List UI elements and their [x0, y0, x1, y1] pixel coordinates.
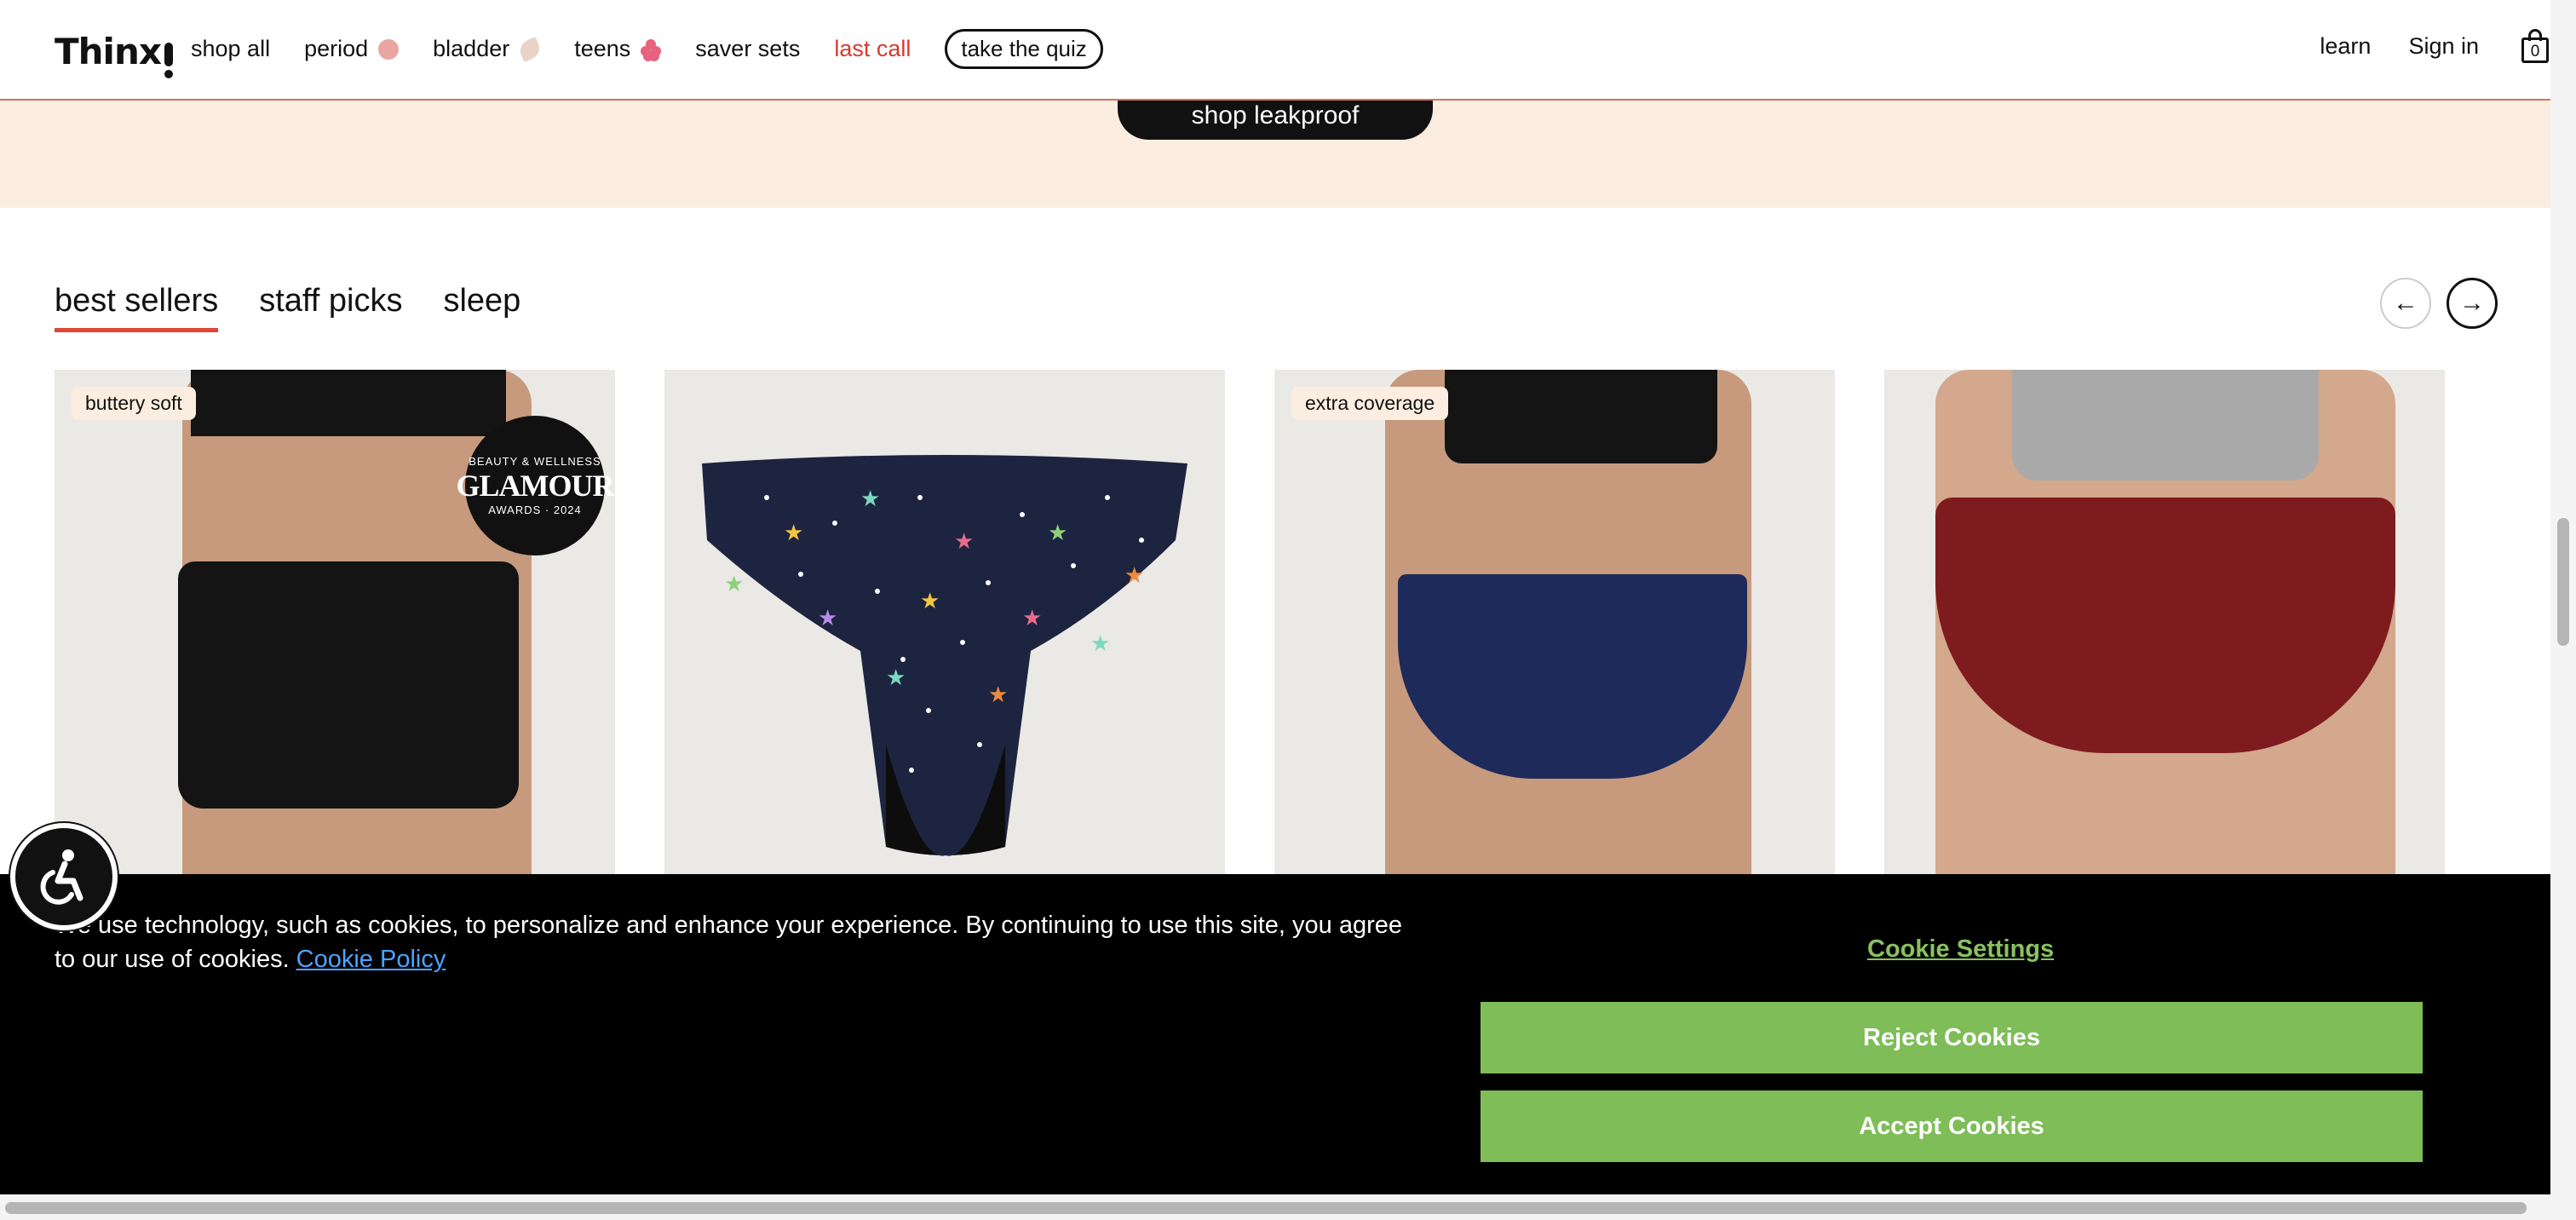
cart-icon[interactable]: 0	[2520, 29, 2550, 63]
nav-period[interactable]: period	[304, 36, 400, 62]
svg-text:★: ★	[954, 529, 974, 555]
shop-leakproof-button[interactable]: shop leakproof	[1118, 101, 1433, 140]
svg-text:★: ★	[1124, 563, 1144, 589]
svg-text:★: ★	[886, 665, 906, 691]
learn-link[interactable]: learn	[2320, 33, 2371, 60]
cookie-text: We use technology, such as cookies, to p…	[55, 912, 1403, 973]
product-tabs: best sellers staff picks sleep	[55, 283, 520, 332]
glamour-award-badge: BEAUTY & WELLNESS GLAMOUR AWARDS · 2024	[457, 416, 615, 555]
black-boxer-shorts	[178, 561, 519, 809]
sign-in-link[interactable]: Sign in	[2408, 33, 2479, 60]
teens-flower-icon	[641, 38, 662, 61]
svg-text:★: ★	[920, 589, 940, 614]
cart-count: 0	[2530, 43, 2540, 60]
nav-label: saver sets	[695, 36, 801, 61]
nav-label: period	[304, 36, 369, 61]
cookie-policy-link[interactable]: Cookie Policy	[296, 946, 446, 973]
burgundy-brief	[1935, 498, 2395, 753]
star-print-underwear-image: ★ ★ ★ ★ ★ ★ ★ ★ ★ ★ ★ ★	[702, 455, 1187, 856]
nav-last-call[interactable]: last call	[834, 36, 911, 62]
svg-text:★: ★	[860, 486, 880, 512]
nav-label: teens	[574, 36, 631, 61]
period-circle-icon	[378, 38, 400, 60]
scrollbar-thumb[interactable]	[2557, 518, 2569, 646]
nav-label: last call	[834, 36, 911, 61]
product-badge: extra coverage	[1291, 387, 1449, 420]
svg-text:★: ★	[988, 682, 1008, 708]
main-nav: shop all period bladder teens saver sets…	[191, 29, 1103, 69]
product-card[interactable]: ★ ★ ★ ★ ★ ★ ★ ★ ★ ★ ★ ★	[664, 370, 1225, 881]
nav-label: shop all	[191, 36, 271, 61]
award-bottom-text: AWARDS · 2024	[488, 504, 582, 516]
vertical-scrollbar[interactable]	[2550, 0, 2576, 1220]
award-top-text: BEAUTY & WELLNESS	[469, 455, 601, 468]
black-crop-top	[1445, 370, 1717, 463]
svg-text:★: ★	[1090, 631, 1110, 657]
cookie-banner: We use technology, such as cookies, to p…	[0, 874, 2550, 1194]
scrollbar-thumb[interactable]	[5, 1202, 2527, 1214]
cookie-settings-link[interactable]: Cookie Settings	[1867, 935, 2054, 964]
site-header: Thinx shop all period bladder teens save…	[0, 0, 2550, 101]
carousel-controls: ← →	[2380, 278, 2498, 329]
tab-best-sellers[interactable]: best sellers	[55, 283, 219, 332]
horizontal-scrollbar[interactable]	[0, 1194, 2550, 1220]
product-card[interactable]: extra coverage	[1274, 370, 1835, 881]
black-crop-top	[191, 370, 506, 436]
cookie-message: We use technology, such as cookies, to p…	[55, 908, 1417, 976]
arrow-left-icon[interactable]: ←	[2380, 278, 2431, 329]
navy-lace-brief	[1398, 574, 1747, 779]
gray-bralette	[2012, 370, 2319, 481]
wheelchair-figure-icon	[40, 849, 83, 905]
nav-label: bladder	[433, 36, 510, 61]
nav-shop-all[interactable]: shop all	[191, 36, 270, 62]
promo-banner: shop leakproof	[0, 101, 2550, 208]
header-actions: learn Sign in 0	[2320, 29, 2550, 63]
product-card[interactable]: buttery soft BEAUTY & WELLNESS GLAMOUR A…	[55, 370, 615, 881]
tab-sleep[interactable]: sleep	[443, 283, 520, 332]
take-quiz-button[interactable]: take the quiz	[945, 29, 1103, 69]
thinx-logo[interactable]: Thinx	[55, 31, 173, 78]
product-card[interactable]	[1884, 370, 2445, 881]
svg-text:★: ★	[818, 606, 837, 631]
svg-text:★: ★	[784, 521, 803, 546]
arrow-right-icon[interactable]: →	[2447, 278, 2498, 329]
svg-text:★: ★	[1022, 606, 1042, 631]
award-name-text: GLAMOUR	[456, 469, 615, 503]
nav-bladder[interactable]: bladder	[433, 36, 543, 62]
product-badge: buttery soft	[72, 387, 196, 420]
svg-text:★: ★	[724, 572, 744, 597]
accessibility-icon[interactable]	[10, 823, 118, 930]
svg-text:★: ★	[1048, 521, 1067, 546]
bladder-leaf-icon	[516, 36, 543, 62]
tab-staff-picks[interactable]: staff picks	[259, 283, 402, 332]
reject-cookies-button[interactable]: Reject Cookies	[1481, 1002, 2423, 1073]
nav-saver-sets[interactable]: saver sets	[695, 36, 800, 62]
nav-teens[interactable]: teens	[574, 36, 662, 62]
accept-cookies-button[interactable]: Accept Cookies	[1481, 1091, 2423, 1162]
